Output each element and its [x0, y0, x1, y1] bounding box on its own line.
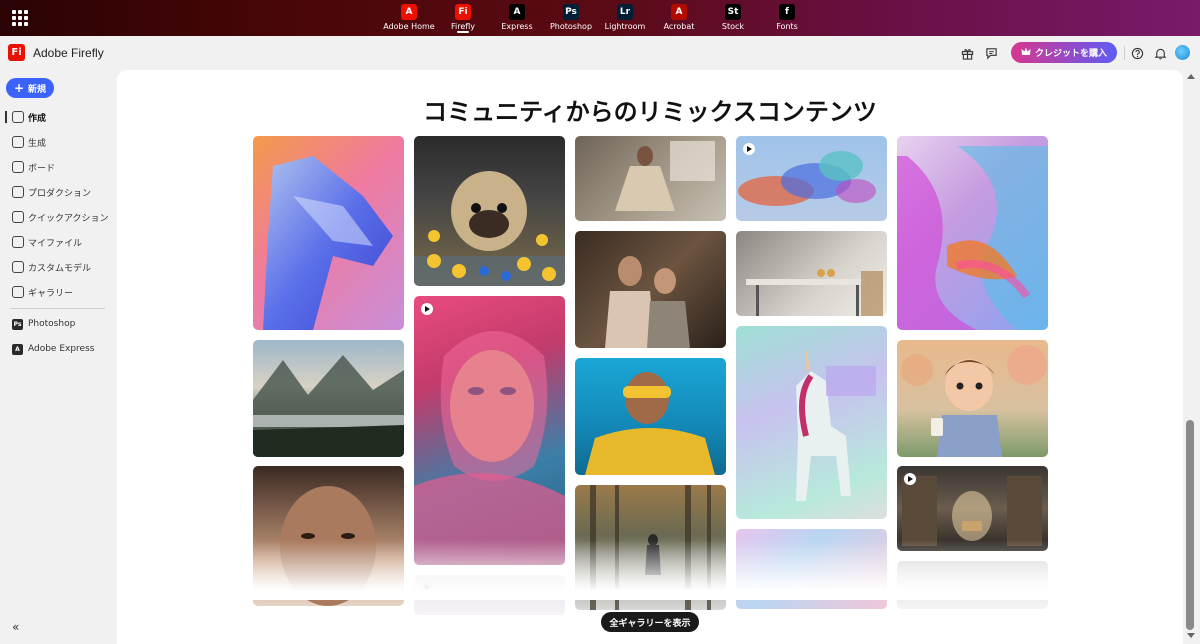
app-switch-label: Fonts [776, 22, 798, 31]
page-scrollbar[interactable] [1183, 70, 1200, 644]
sidebar-item-custom-models[interactable]: カスタムモデル [0, 256, 116, 278]
app-switch-label: Adobe Home [383, 22, 435, 31]
video-play-icon [904, 473, 916, 485]
gallery-tile-library[interactable] [897, 466, 1048, 551]
app-switch-firefly[interactable]: Fi Firefly [436, 0, 490, 36]
custom-models-icon [12, 261, 24, 273]
app-switch-label: Photoshop [549, 22, 593, 31]
boards-icon [12, 161, 24, 173]
my-files-icon [12, 236, 24, 248]
app-title[interactable]: Adobe Firefly [33, 46, 104, 60]
lightroom-logo-icon: Lr [617, 4, 633, 20]
sidebar-app-label: Adobe Express [28, 344, 95, 354]
video-play-icon [743, 143, 755, 155]
app-switch-acrobat[interactable]: A Acrobat [652, 0, 706, 36]
sidebar-item-label: ボード [28, 163, 56, 174]
sidebar-item-label: カスタムモデル [28, 263, 92, 274]
adobe-home-logo-icon: A [401, 4, 417, 20]
scroll-down-arrow-icon[interactable] [1187, 633, 1195, 638]
express-logo-icon: A [509, 4, 525, 20]
create-icon [12, 111, 24, 123]
firefly-logo-icon: Fi [455, 4, 471, 20]
show-all-gallery-button[interactable]: 全ギャラリーを表示 [601, 612, 699, 632]
app-switch-label: Acrobat [663, 22, 695, 31]
sidebar-item-label: プロダクション [28, 188, 92, 199]
stock-logo-icon: St [725, 4, 741, 20]
sidebar-item-my-files[interactable]: マイファイル [0, 231, 116, 253]
sidebar-app-photoshop[interactable]: Ps Photoshop [0, 313, 116, 335]
app-switch-label: Stock [721, 22, 745, 31]
app-switch-label: Express [501, 22, 533, 31]
avatar[interactable] [1175, 45, 1190, 60]
sidebar-item-label: クイックアクション [28, 213, 109, 224]
gallery-tile-unicorn[interactable] [736, 326, 887, 519]
sidebar-item-production[interactable]: プロダクション [0, 181, 116, 203]
gallery-tile-crystal-cougar[interactable] [253, 136, 404, 330]
app-switch-label: Firefly [450, 22, 476, 31]
gift-icon[interactable] [960, 46, 974, 60]
gallery-tile-abstract-glass[interactable] [897, 136, 1048, 330]
app-list: A Adobe Home Fi Firefly A Express Ps Photoshop L… [382, 0, 814, 36]
app-switch-adobe-home[interactable]: A Adobe Home [382, 0, 436, 36]
acrobat-logo-icon: A [671, 4, 687, 20]
crown-icon [1021, 47, 1031, 59]
sidebar-item-label: マイファイル [28, 238, 83, 249]
gallery-tile-3d-boy-coffee[interactable] [897, 340, 1048, 457]
app-switch-fonts[interactable]: f Fonts [760, 0, 814, 36]
gallery-tile-mother-child[interactable] [575, 231, 726, 348]
main-content: コミュニティからのリミックスコンテンツ 全ギャラリーを表示 [117, 70, 1183, 644]
plus-icon: + [13, 81, 25, 95]
scroll-up-arrow-icon[interactable] [1187, 74, 1195, 79]
new-button-label: 新規 [28, 84, 47, 95]
gallery-tile-colorful-smoke[interactable] [736, 136, 887, 221]
app-switch-photoshop[interactable]: Ps Photoshop [544, 0, 598, 36]
app-switch-stock[interactable]: St Stock [706, 0, 760, 36]
sidebar-item-create[interactable]: 作成 [0, 106, 116, 128]
sidebar-divider [10, 308, 105, 309]
gallery-icon [12, 286, 24, 298]
photoshop-icon: Ps [12, 318, 23, 330]
sidebar-item-label: 作成 [28, 113, 47, 124]
app-grid-icon[interactable] [12, 10, 28, 26]
sidebar-item-generate[interactable]: 生成 [0, 131, 116, 153]
app-switch-express[interactable]: A Express [490, 0, 544, 36]
sidebar: + 新規 作成生成ボードプロダクションクイックアクション マイファイル カスタムモデ… [0, 70, 116, 644]
header-divider [1124, 46, 1125, 60]
buy-credits-button[interactable]: クレジットを購入 [1011, 42, 1117, 63]
adobe-express-icon: A [12, 343, 23, 355]
sidebar-item-gallery[interactable]: ギャラリー [0, 281, 116, 303]
fonts-logo-icon: f [779, 4, 795, 20]
sidebar-item-label: ギャラリー [28, 288, 74, 299]
help-icon[interactable] [1130, 46, 1144, 60]
gallery-tile-dining-table[interactable] [736, 231, 887, 316]
app-switch-label: Lightroom [604, 22, 646, 31]
buy-credits-label: クレジットを購入 [1034, 49, 1107, 59]
sidebar-item-label: 生成 [28, 138, 47, 149]
sidebar-app-adobe-express[interactable]: A Adobe Express [0, 338, 116, 360]
quick-actions-icon [12, 211, 24, 223]
gallery-tile-woman-dress[interactable] [575, 136, 726, 221]
gallery-tile-pug-bath[interactable] [414, 136, 565, 286]
chat-icon[interactable] [984, 46, 998, 60]
gallery-fade-overlay [117, 540, 1183, 600]
sidebar-item-boards[interactable]: ボード [0, 156, 116, 178]
gallery-tile-yellow-sunglasses[interactable] [575, 358, 726, 475]
gallery-tile-pink-scarf-portrait[interactable] [414, 296, 565, 565]
app-switch-lightroom[interactable]: Lr Lightroom [598, 0, 652, 36]
app-switcher-bar: A Adobe Home Fi Firefly A Express Ps Photoshop L… [0, 0, 1200, 36]
collapse-sidebar-icon[interactable]: « [12, 620, 19, 634]
bell-icon[interactable] [1153, 46, 1167, 60]
page-title: コミュニティからのリミックスコンテンツ [423, 98, 877, 126]
production-icon [12, 186, 24, 198]
gallery-tile-valley-landscape[interactable] [253, 340, 404, 457]
sidebar-app-label: Photoshop [28, 319, 76, 329]
video-play-icon [421, 303, 433, 315]
new-button[interactable]: + 新規 [6, 78, 54, 98]
header: Fi Adobe Firefly クレジットを購入 [0, 36, 1200, 70]
generate-icon [12, 136, 24, 148]
photoshop-logo-icon: Ps [563, 4, 579, 20]
sidebar-item-quick-actions[interactable]: クイックアクション [0, 206, 116, 228]
scroll-thumb[interactable] [1186, 420, 1194, 630]
firefly-logo[interactable]: Fi [8, 44, 25, 61]
